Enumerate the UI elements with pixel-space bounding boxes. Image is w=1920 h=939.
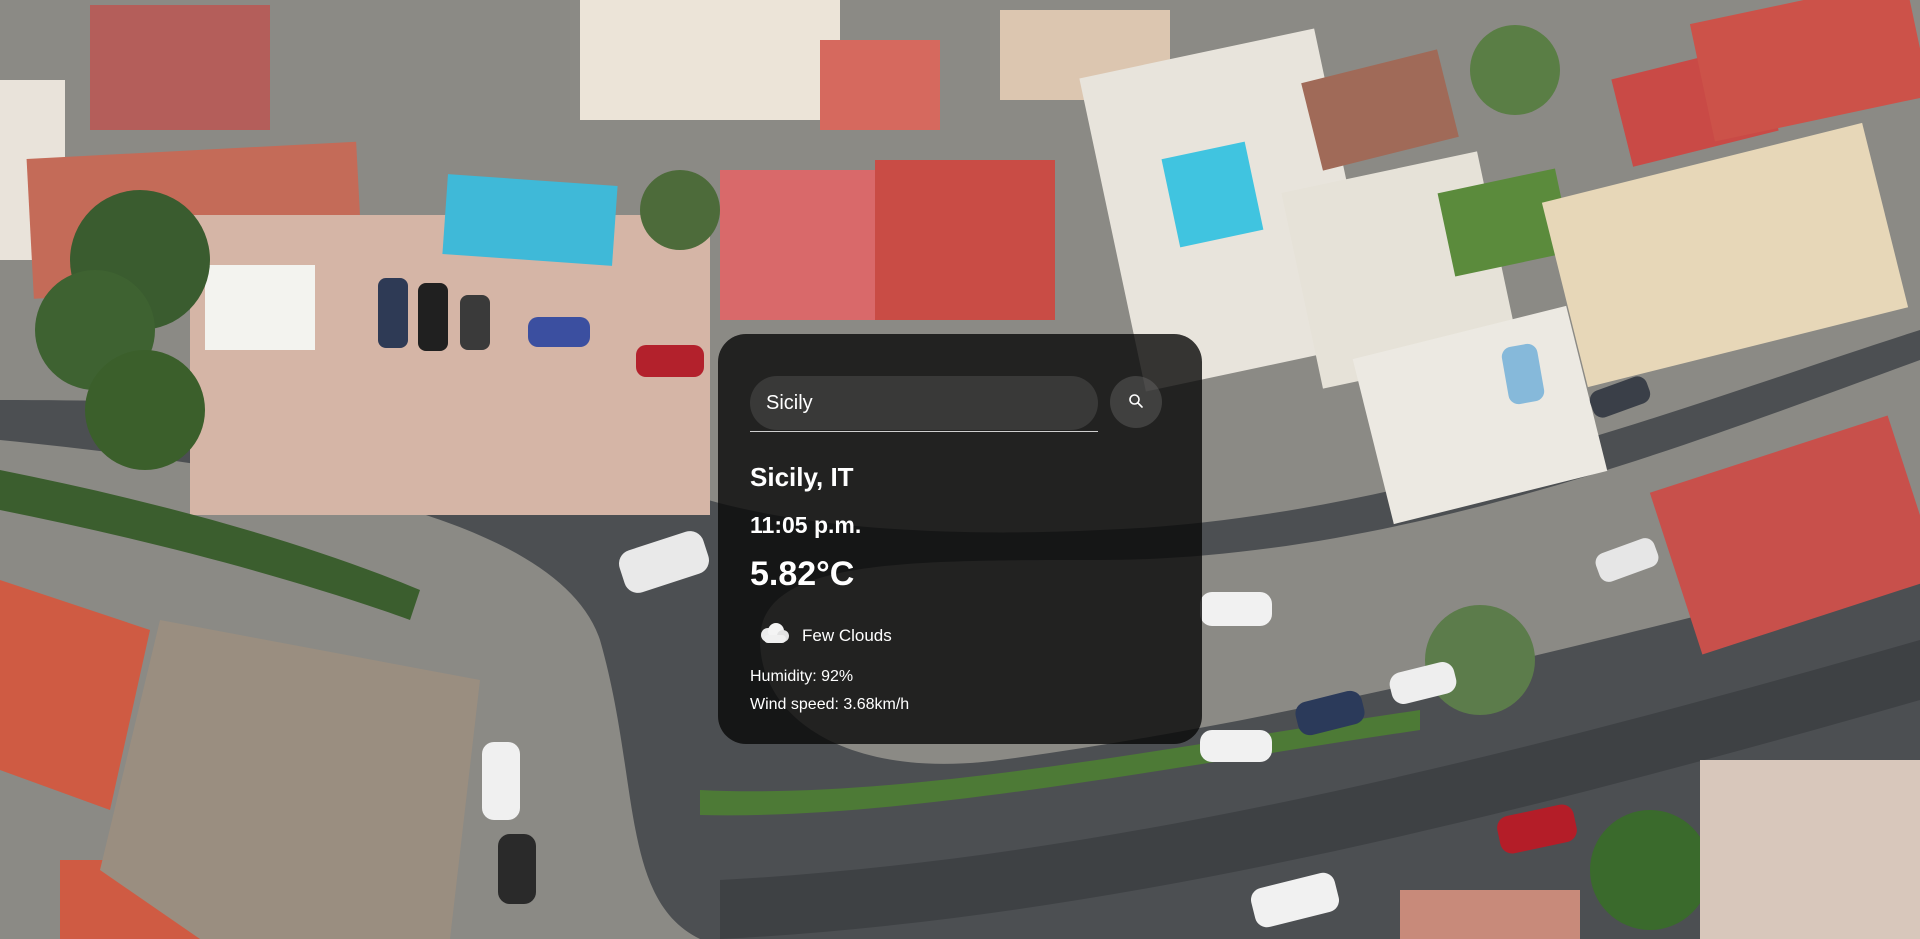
search-button[interactable] <box>1110 376 1162 428</box>
cloud-icon <box>758 622 790 649</box>
wind-speed-text: Wind speed: 3.68km/h <box>750 696 910 713</box>
location-name: Sicily, IT <box>750 462 854 492</box>
search-underline <box>750 431 1098 432</box>
humidity-text: Humidity: 92% <box>750 668 854 685</box>
weather-description-row: Few Clouds <box>758 622 892 649</box>
local-time: 11:05 p.m. <box>750 512 862 538</box>
search-icon <box>1128 393 1144 412</box>
weather-description: Few Clouds <box>802 625 892 645</box>
temperature: 5.82°C <box>750 555 855 593</box>
search-input[interactable] <box>750 376 1098 430</box>
